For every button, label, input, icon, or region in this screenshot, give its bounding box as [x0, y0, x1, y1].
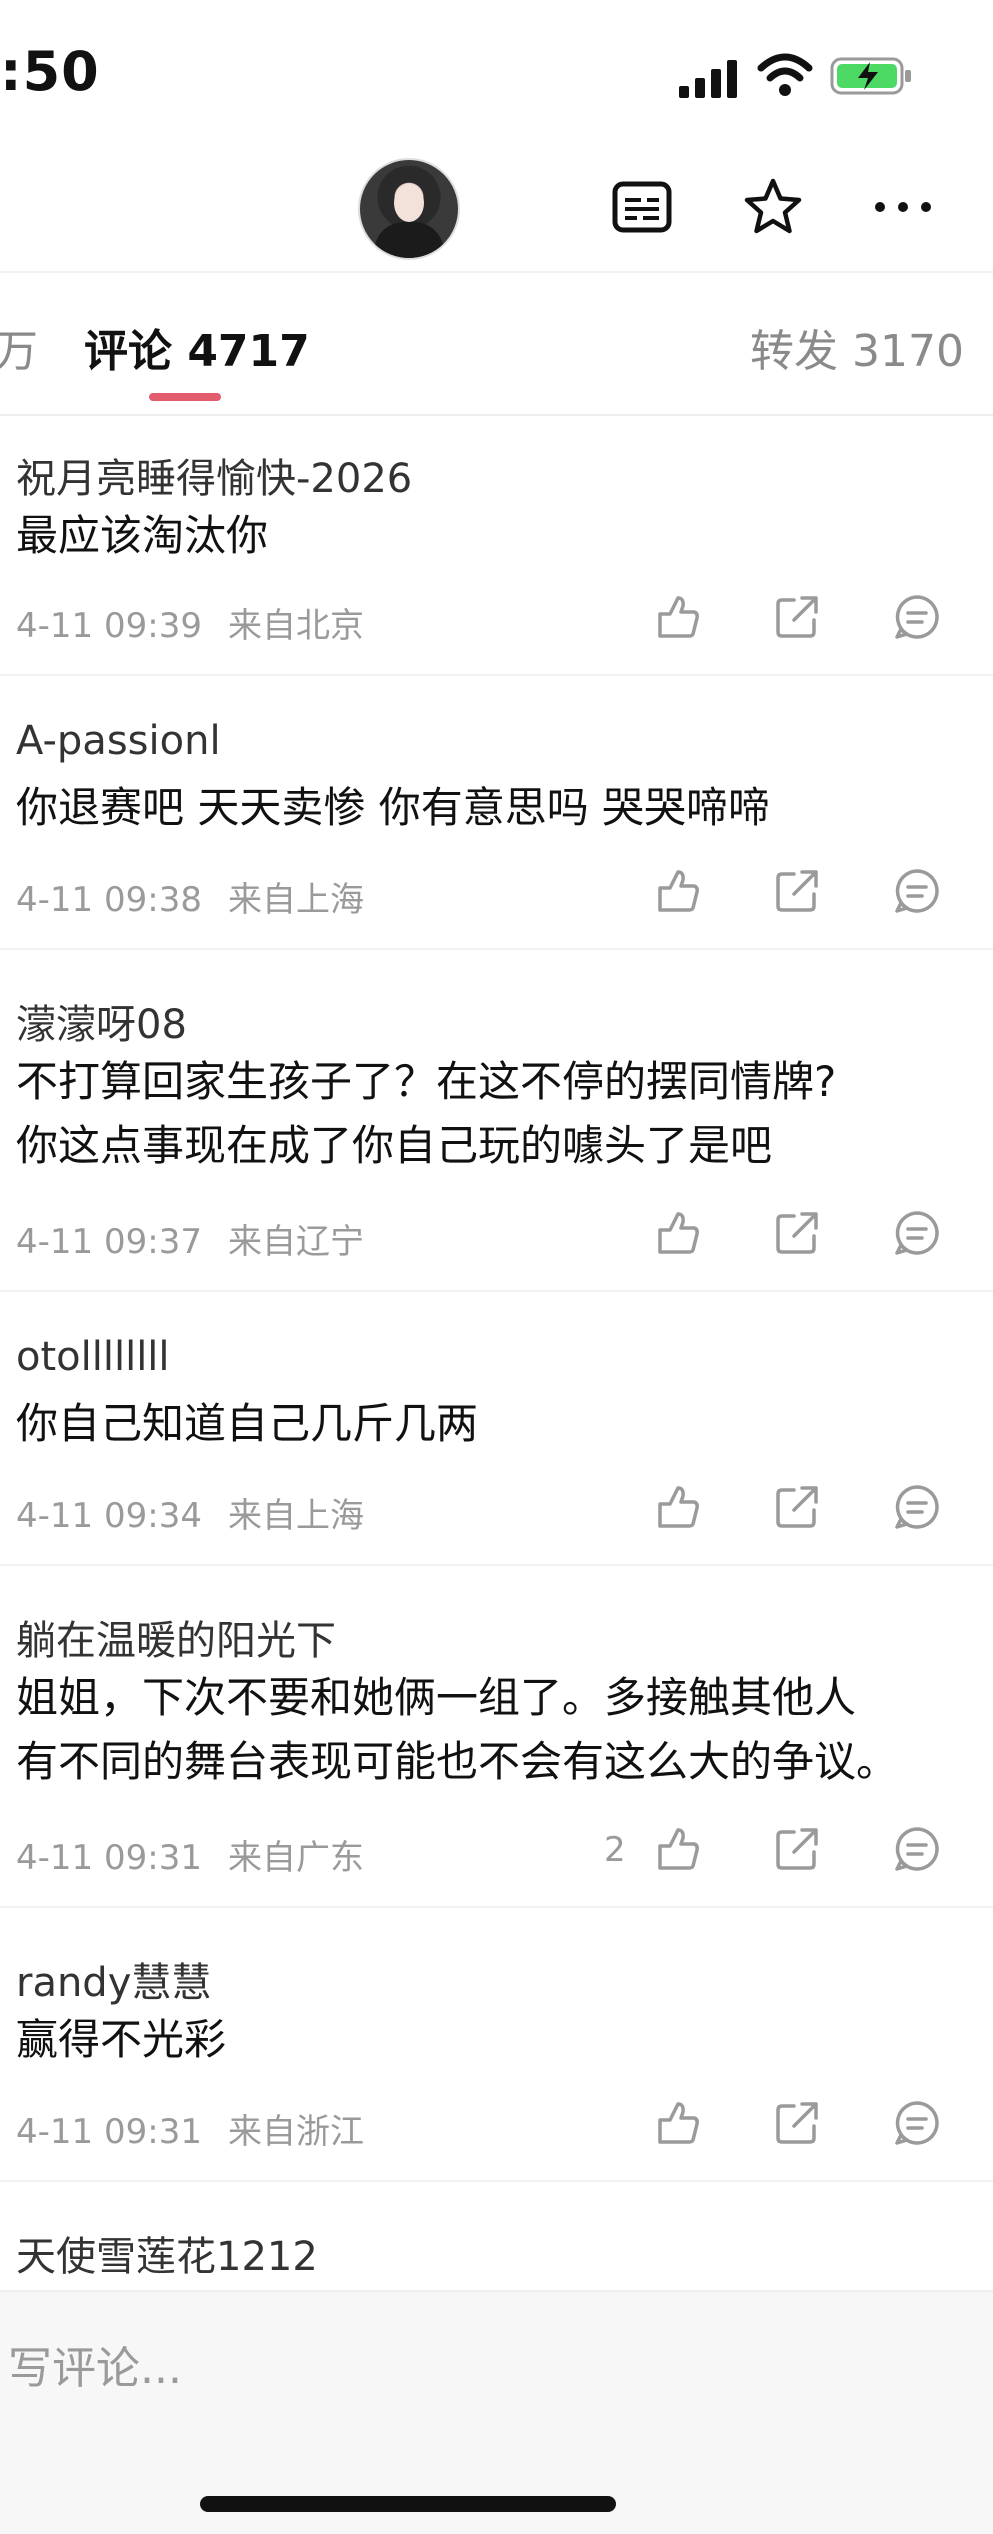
comment-text: 你退赛吧 天天卖惨 你有意思吗 哭哭啼啼 — [16, 783, 771, 832]
like-icon[interactable] — [652, 2098, 702, 2148]
comment-location: 来自上海 — [227, 880, 364, 920]
comment-meta: 4-11 09:31 来自浙江 — [16, 2104, 364, 2153]
more-icon[interactable] — [872, 176, 934, 238]
comment-text: 有不同的舞台表现可能也不会有这么大的争议。 — [16, 1737, 899, 1786]
header — [0, 150, 993, 270]
battery-icon — [830, 57, 911, 95]
share-icon[interactable] — [772, 2098, 822, 2148]
comment-date: 4-11 09:34 — [16, 1496, 202, 1536]
status-time: :50 — [0, 40, 100, 103]
reply-icon[interactable] — [892, 2098, 942, 2148]
comment-username[interactable]: 躺在温暖的阳光下 — [16, 1608, 336, 1666]
comment-text: 你自己知道自己几斤几两 — [16, 1399, 479, 1448]
share-icon[interactable] — [772, 592, 822, 642]
comment-item[interactable]: 祝月亮睡得愉快-2026 最应该淘汰你 4-11 09:39 来自北京 — [0, 416, 993, 676]
like-icon[interactable] — [652, 1482, 702, 1532]
comment-meta: 4-11 09:31 来自广东 — [16, 1830, 364, 1879]
comment-item[interactable]: 天使雪莲花1212 — [0, 2182, 993, 2290]
signal-icon — [679, 60, 737, 98]
comment-text: 你这点事现在成了你自己玩的噱头了是吧 — [16, 1121, 773, 1170]
comment-item[interactable]: otollllllll 你自己知道自己几斤几两 4-11 09:34 来自上海 — [0, 1292, 993, 1566]
comment-username[interactable]: 濛濛呀08 — [16, 992, 187, 1050]
like-icon[interactable] — [652, 1208, 702, 1258]
comment-text: 不打算回家生孩子了？在这不停的摆同情牌? — [16, 1057, 837, 1106]
share-icon[interactable] — [772, 866, 822, 916]
comment-location: 来自北京 — [227, 606, 364, 646]
comment-text: 最应该淘汰你 — [16, 511, 269, 560]
reply-icon[interactable] — [892, 866, 942, 916]
star-icon[interactable] — [742, 176, 804, 238]
avatar[interactable] — [358, 158, 460, 260]
tab-reposts[interactable]: 转发 3170 — [750, 315, 964, 379]
comment-location: 来自辽宁 — [227, 1222, 364, 1262]
comment-text: 姐姐，下次不要和她俩一组了。多接触其他人 — [16, 1673, 857, 1722]
comment-username[interactable]: randy慧慧 — [16, 1950, 211, 2008]
reply-icon[interactable] — [892, 1208, 942, 1258]
tab-comments[interactable]: 评论 4717 — [84, 315, 310, 379]
comment-date: 4-11 09:31 — [16, 1838, 202, 1878]
like-icon[interactable] — [652, 866, 702, 916]
status-bar: :50 — [0, 0, 993, 150]
comment-meta: 4-11 09:37 来自辽宁 — [16, 1214, 364, 1263]
tab-active-indicator — [149, 393, 221, 401]
comment-date: 4-11 09:37 — [16, 1222, 202, 1262]
comment-location: 来自浙江 — [227, 2112, 364, 2152]
comment-meta: 4-11 09:38 来自上海 — [16, 872, 364, 921]
comment-input[interactable]: 写评论... — [8, 2332, 182, 2396]
comment-item[interactable]: 躺在温暖的阳光下 姐姐，下次不要和她俩一组了。多接触其他人 有不同的舞台表现可能… — [0, 1566, 993, 1908]
comment-meta: 4-11 09:34 来自上海 — [16, 1488, 364, 1537]
share-icon[interactable] — [772, 1208, 822, 1258]
comment-item[interactable]: A-passionl 你退赛吧 天天卖惨 你有意思吗 哭哭啼啼 4-11 09:… — [0, 676, 993, 950]
share-icon[interactable] — [772, 1482, 822, 1532]
tabs: 万 评论 4717 转发 3170 — [0, 273, 993, 413]
comment-username[interactable]: 祝月亮睡得愉快-2026 — [16, 446, 412, 504]
like-icon[interactable] — [652, 592, 702, 642]
comment-date: 4-11 09:31 — [16, 2112, 202, 2152]
reply-icon[interactable] — [892, 1824, 942, 1874]
reply-icon[interactable] — [892, 1482, 942, 1532]
comment-username[interactable]: 天使雪莲花1212 — [16, 2224, 318, 2282]
tab-likes-partial[interactable]: 万 — [0, 315, 38, 379]
home-indicator — [200, 2496, 616, 2512]
wifi-icon — [757, 53, 813, 96]
subtitle-icon[interactable] — [611, 176, 673, 238]
comment-item[interactable]: 濛濛呀08 不打算回家生孩子了？在这不停的摆同情牌? 你这点事现在成了你自己玩的… — [0, 950, 993, 1292]
comment-text: 赢得不光彩 — [16, 2015, 227, 2064]
comment-meta: 4-11 09:39 来自北京 — [16, 598, 364, 647]
like-count: 2 — [604, 1830, 626, 1870]
comment-date: 4-11 09:39 — [16, 606, 202, 646]
like-icon[interactable] — [652, 1824, 702, 1874]
comment-username[interactable]: A-passionl — [16, 718, 221, 764]
comment-username[interactable]: otollllllll — [16, 1334, 170, 1380]
comment-item[interactable]: randy慧慧 赢得不光彩 4-11 09:31 来自浙江 — [0, 1908, 993, 2182]
comment-location: 来自广东 — [227, 1838, 364, 1878]
share-icon[interactable] — [772, 1824, 822, 1874]
reply-icon[interactable] — [892, 592, 942, 642]
comment-date: 4-11 09:38 — [16, 880, 202, 920]
comment-input-bar: 写评论... — [0, 2290, 993, 2534]
comment-location: 来自上海 — [227, 1496, 364, 1536]
